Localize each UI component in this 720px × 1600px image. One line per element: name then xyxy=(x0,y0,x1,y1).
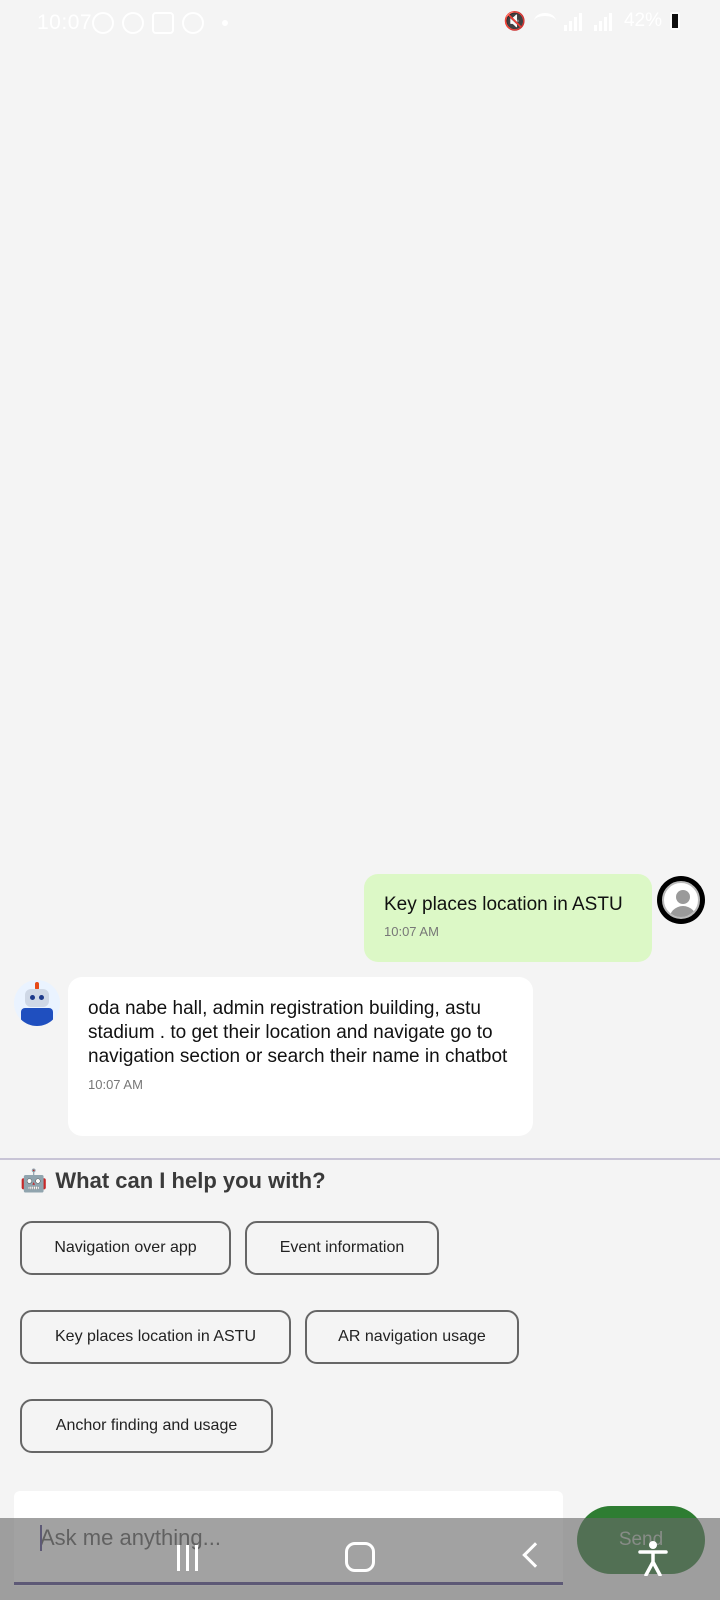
battery-percent: 42% xyxy=(623,10,662,31)
signal-1-icon xyxy=(563,11,586,31)
wifi-icon xyxy=(533,13,556,29)
suggestion-chip-anchor[interactable]: Anchor finding and usage xyxy=(20,1399,273,1453)
suggestions-title-text: What can I help you with? xyxy=(55,1168,326,1193)
suggestion-chip-events[interactable]: Event information xyxy=(245,1221,439,1275)
message-timestamp: 10:07 AM xyxy=(88,1077,143,1092)
more-notifications-dot-icon xyxy=(222,20,228,26)
message-timestamp: 10:07 AM xyxy=(384,924,439,939)
play-notification-icon xyxy=(92,12,114,34)
notification-icons xyxy=(92,12,228,34)
shield-notification-icon xyxy=(182,12,204,34)
bot-avatar xyxy=(14,980,60,1026)
home-icon[interactable] xyxy=(345,1542,375,1572)
suggestion-chip-ar-navigation[interactable]: AR navigation usage xyxy=(305,1310,519,1364)
mute-icon: 🔇 xyxy=(503,10,526,31)
status-bar: 10:07 🔇 42% xyxy=(0,0,720,46)
signal-2-icon xyxy=(593,11,616,31)
status-time: 10:07 xyxy=(37,11,93,34)
message-text: oda nabe hall, admin registration buildi… xyxy=(88,998,508,1067)
bot-message-bubble: oda nabe hall, admin registration buildi… xyxy=(68,977,533,1136)
robot-emoji-icon: 🤖 xyxy=(20,1168,48,1193)
suggestion-chip-key-places[interactable]: Key places location in ASTU xyxy=(20,1310,291,1364)
user-silhouette-icon xyxy=(662,881,700,919)
user-avatar xyxy=(657,876,705,924)
user-message-bubble: Key places location in ASTU 10:07 AM xyxy=(364,874,652,962)
battery-icon xyxy=(670,12,680,30)
suggestions-title: 🤖 What can I help you with? xyxy=(20,1168,326,1194)
app-notification-icon xyxy=(122,12,144,34)
recent-apps-icon[interactable] xyxy=(174,1545,200,1571)
system-status-icons: 🔇 42% xyxy=(504,10,680,32)
suggestions-divider xyxy=(0,1158,720,1160)
accessibility-icon[interactable] xyxy=(637,1540,669,1576)
chatbot-screen: 10:07 🔇 42% Key places location in ASTU … xyxy=(0,0,720,1600)
suggestion-chip-navigation[interactable]: Navigation over app xyxy=(20,1221,231,1275)
cast-notification-icon xyxy=(152,12,174,34)
message-text: Key places location in ASTU xyxy=(384,894,623,915)
